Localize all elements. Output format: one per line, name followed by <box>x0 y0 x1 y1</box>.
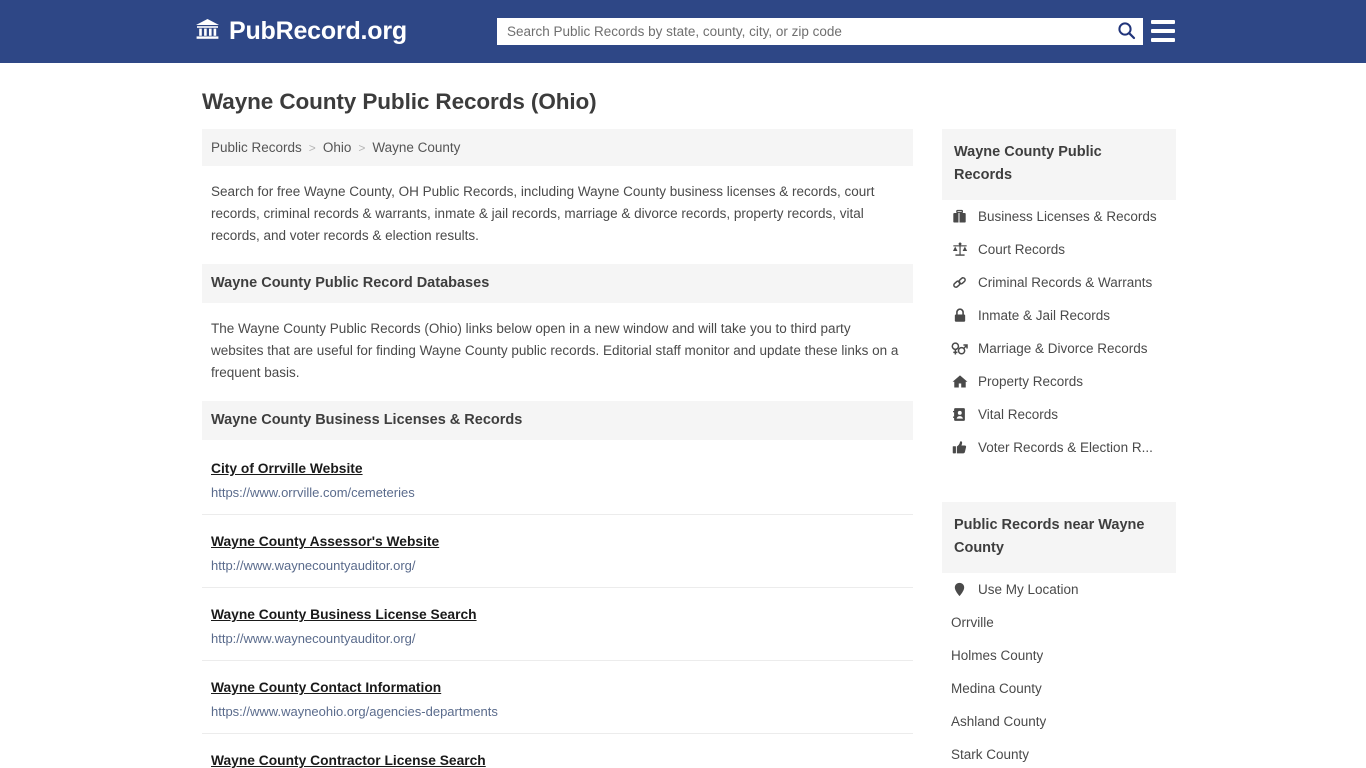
sidebar-item-use-my-location[interactable]: Use My Location <box>942 573 1176 606</box>
main-column: Public Records > Ohio > Wayne County Sea… <box>202 129 913 768</box>
thumbs-up-icon <box>951 440 968 455</box>
list-item: City of Orrville Website https://www.orr… <box>202 440 913 515</box>
record-link-title[interactable]: City of Orrville Website <box>211 461 363 476</box>
search-icon <box>1117 21 1136 43</box>
sidebar-item-label: Court Records <box>978 242 1066 257</box>
breadcrumb: Public Records > Ohio > Wayne County <box>202 129 913 166</box>
sidebar-records-list: Business Licenses & Records Court Record… <box>942 200 1176 464</box>
sidebar-item-vital-records[interactable]: Vital Records <box>942 398 1176 431</box>
sidebar-item-stark-county[interactable]: Stark County <box>942 738 1176 768</box>
record-link-title[interactable]: Wayne County Business License Search <box>211 607 477 622</box>
bank-icon <box>195 17 220 46</box>
hamburger-menu-icon <box>1151 20 1175 24</box>
list-item: Wayne County Assessor's Website http://w… <box>202 515 913 588</box>
hamburger-menu-button[interactable] <box>1151 20 1175 42</box>
sidebar-item-label: Holmes County <box>951 648 1044 663</box>
breadcrumb-item-ohio[interactable]: Ohio <box>323 140 352 155</box>
sidebar-panel-nearby: Public Records near Wayne County Use My … <box>942 502 1176 768</box>
hamburger-menu-icon <box>1151 38 1175 42</box>
content-wrapper: Public Records > Ohio > Wayne County Sea… <box>0 129 1366 768</box>
id-card-icon <box>951 407 968 422</box>
panel-spacer <box>942 472 1176 502</box>
sidebar-item-medina-county[interactable]: Medina County <box>942 672 1176 705</box>
sidebar-item-ashland-county[interactable]: Ashland County <box>942 705 1176 738</box>
sidebar-item-property-records[interactable]: Property Records <box>942 365 1176 398</box>
page-body: Wayne County Public Records (Ohio) Publi… <box>0 63 1366 768</box>
sidebar-item-label: Voter Records & Election R... <box>978 440 1153 455</box>
record-link-url[interactable]: https://www.wayneohio.org/agencies-depar… <box>211 704 904 720</box>
sidebar-item-criminal-records[interactable]: Criminal Records & Warrants <box>942 266 1176 299</box>
breadcrumb-item-wayne-county: Wayne County <box>372 140 461 155</box>
sidebar-item-label: Orrville <box>951 615 994 630</box>
sidebar-panel-records-title: Wayne County Public Records <box>942 129 1176 200</box>
section-header-business-licenses: Wayne County Business Licenses & Records <box>202 401 913 440</box>
sidebar-item-orrville[interactable]: Orrville <box>942 606 1176 639</box>
sidebar-item-label: Criminal Records & Warrants <box>978 275 1153 290</box>
sidebar-panel-nearby-title: Public Records near Wayne County <box>942 502 1176 573</box>
list-item: Wayne County Business License Search htt… <box>202 588 913 661</box>
page-title: Wayne County Public Records (Ohio) <box>202 89 597 114</box>
sidebar-item-label: Business Licenses & Records <box>978 209 1157 224</box>
section-header-databases: Wayne County Public Record Databases <box>202 264 913 303</box>
record-link-list: City of Orrville Website https://www.orr… <box>202 440 913 768</box>
sidebar-item-court-records[interactable]: Court Records <box>942 233 1176 266</box>
record-link-url[interactable]: https://www.orrville.com/cemeteries <box>211 485 904 501</box>
sidebar-item-label: Vital Records <box>978 407 1059 422</box>
briefcase-icon <box>951 209 968 224</box>
sidebar-item-voter-records[interactable]: Voter Records & Election R... <box>942 431 1176 464</box>
breadcrumb-item-public-records[interactable]: Public Records <box>211 140 302 155</box>
sidebar: Wayne County Public Records Business Lic… <box>942 129 1176 768</box>
search-input[interactable] <box>497 18 1109 45</box>
hamburger-menu-icon <box>1151 29 1175 33</box>
breadcrumb-separator-icon: > <box>308 140 316 155</box>
sidebar-item-inmate-jail-records[interactable]: Inmate & Jail Records <box>942 299 1176 332</box>
sidebar-item-marriage-divorce-records[interactable]: Marriage & Divorce Records <box>942 332 1176 365</box>
sidebar-item-label: Ashland County <box>951 714 1047 729</box>
sidebar-item-holmes-county[interactable]: Holmes County <box>942 639 1176 672</box>
sidebar-item-label: Property Records <box>978 374 1084 389</box>
lock-icon <box>951 308 968 323</box>
balance-scale-icon <box>951 242 968 257</box>
site-logo-link[interactable]: PubRecord.org <box>195 17 407 46</box>
home-icon <box>951 374 968 389</box>
sidebar-item-label: Stark County <box>951 747 1030 762</box>
site-logo-text: PubRecord.org <box>229 17 407 45</box>
record-link-title[interactable]: Wayne County Assessor's Website <box>211 534 439 549</box>
chain-link-icon <box>951 275 968 290</box>
record-link-title[interactable]: Wayne County Contractor License Search <box>211 753 486 768</box>
sidebar-item-label: Marriage & Divorce Records <box>978 341 1148 356</box>
sidebar-panel-records: Wayne County Public Records Business Lic… <box>942 129 1176 464</box>
databases-paragraph: The Wayne County Public Records (Ohio) l… <box>211 321 899 380</box>
breadcrumb-separator-icon: > <box>358 140 366 155</box>
sidebar-item-label: Use My Location <box>978 582 1079 597</box>
search-bar <box>497 18 1143 45</box>
map-pin-icon <box>951 582 968 597</box>
sidebar-item-label: Medina County <box>951 681 1042 696</box>
record-link-url[interactable]: http://www.waynecountyauditor.org/ <box>211 631 904 647</box>
venus-mars-icon <box>951 341 968 356</box>
search-button[interactable] <box>1109 18 1143 45</box>
site-header: PubRecord.org <box>0 0 1366 63</box>
list-item: Wayne County Contact Information https:/… <box>202 661 913 734</box>
sidebar-item-business-licenses[interactable]: Business Licenses & Records <box>942 200 1176 233</box>
intro-paragraph: Search for free Wayne County, OH Public … <box>211 184 875 243</box>
sidebar-item-label: Inmate & Jail Records <box>978 308 1111 323</box>
record-link-title[interactable]: Wayne County Contact Information <box>211 680 441 695</box>
record-link-url[interactable]: http://www.waynecountyauditor.org/ <box>211 558 904 574</box>
sidebar-nearby-list: Use My Location Orrville Holmes County M… <box>942 573 1176 768</box>
list-item: Wayne County Contractor License Search h… <box>202 734 913 768</box>
